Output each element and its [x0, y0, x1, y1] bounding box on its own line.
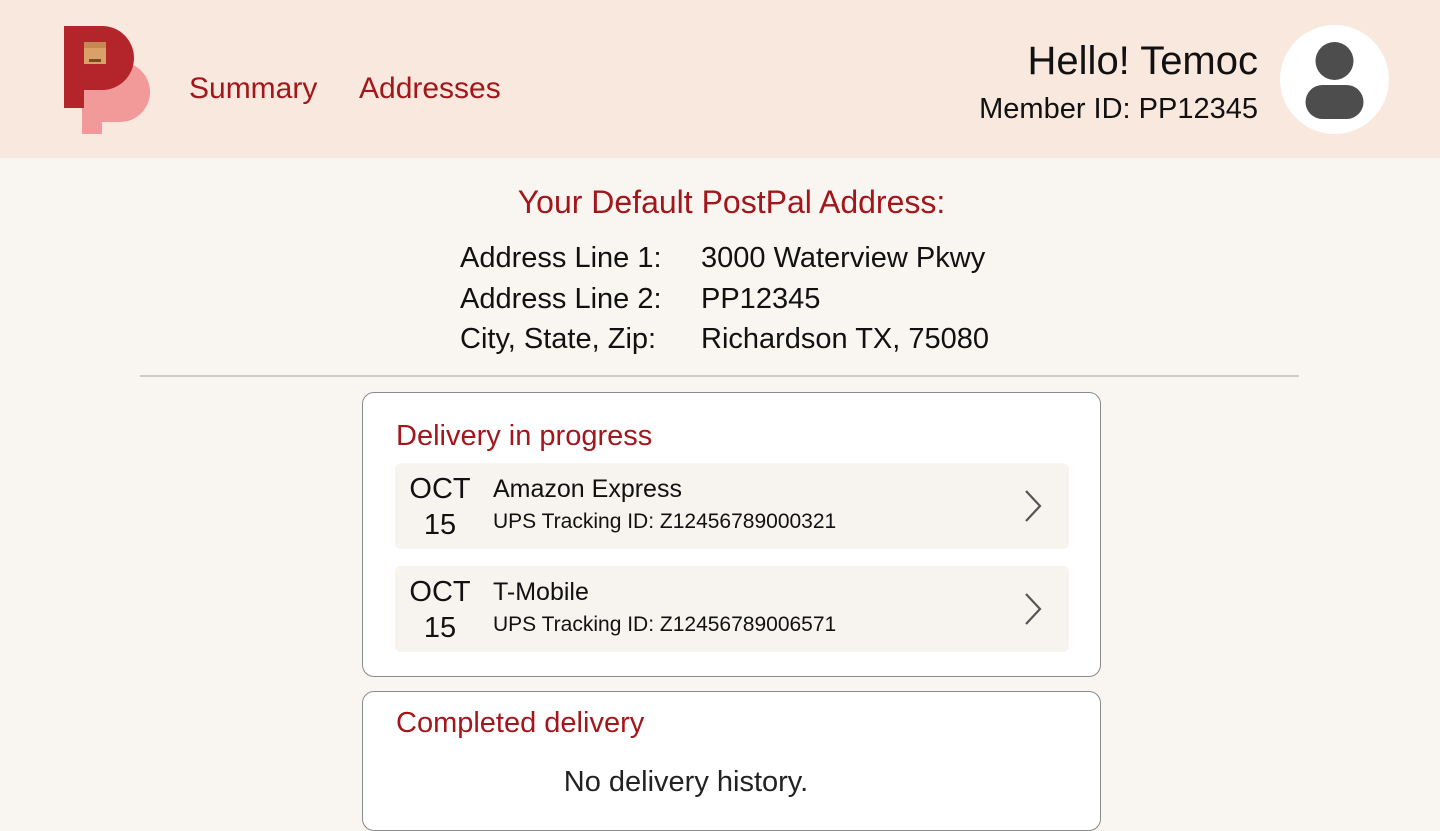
in-progress-title: Delivery in progress: [396, 420, 653, 452]
address-label: Address Line 2:: [460, 283, 662, 315]
delivery-title: Amazon Express: [493, 475, 682, 503]
user-greeting: Hello! Temoc: [1027, 39, 1258, 83]
address-value: Richardson TX, 75080: [701, 323, 990, 355]
postpal-logo-icon[interactable]: [62, 26, 150, 136]
delivery-item[interactable]: OCT 15 Amazon Express UPS Tracking ID: Z…: [395, 463, 1069, 549]
completed-title: Completed delivery: [396, 707, 645, 739]
address-value: PP12345: [701, 283, 821, 315]
delivery-date: OCT 15: [395, 471, 485, 543]
delivery-month: OCT: [409, 473, 471, 505]
delivery-date: OCT 15: [395, 574, 485, 646]
delivery-day: 15: [423, 612, 457, 644]
delivery-title: T-Mobile: [493, 578, 589, 606]
nav-addresses-link[interactable]: Addresses: [359, 70, 501, 108]
address-label: City, State, Zip:: [460, 323, 657, 355]
member-id: Member ID: PP12345: [979, 93, 1258, 125]
address-value: 3000 Waterview Pkwy: [701, 242, 986, 274]
chevron-right-icon[interactable]: [1021, 488, 1045, 524]
tracking-id: UPS Tracking ID: Z12456789006571: [493, 613, 837, 636]
completed-delivery-card: Completed delivery No delivery history.: [362, 691, 1101, 831]
chevron-right-icon[interactable]: [1021, 591, 1045, 627]
user-avatar-icon[interactable]: [1280, 25, 1389, 134]
top-header: Summary Addresses Hello! Temoc Member ID…: [0, 0, 1440, 158]
nav-summary-link[interactable]: Summary: [189, 70, 317, 108]
address-label: Address Line 1:: [460, 242, 662, 274]
delivery-day: 15: [423, 509, 457, 541]
delivery-in-progress-card: Delivery in progress OCT 15 Amazon Expre…: [362, 392, 1101, 677]
default-address-title: Your Default PostPal Address:: [517, 184, 946, 220]
delivery-month: OCT: [409, 576, 471, 608]
section-divider: [140, 375, 1299, 377]
tracking-id: UPS Tracking ID: Z12456789000321: [493, 510, 837, 533]
delivery-item[interactable]: OCT 15 T-Mobile UPS Tracking ID: Z124567…: [395, 566, 1069, 652]
empty-history-text: No delivery history.: [563, 766, 809, 798]
